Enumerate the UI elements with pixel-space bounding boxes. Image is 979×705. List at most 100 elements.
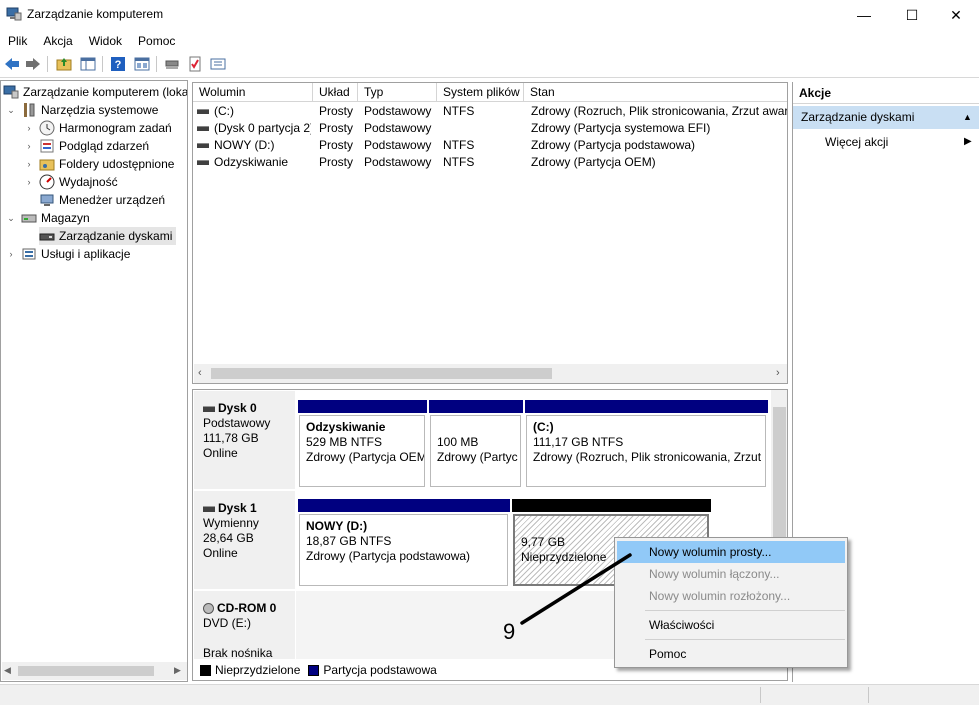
chevron-right-icon[interactable]: › (23, 177, 35, 187)
chevron-right-icon[interactable]: › (23, 141, 35, 151)
column-header-type[interactable]: Typ (358, 83, 437, 102)
help-icon[interactable]: ? (109, 55, 127, 73)
volume-icon (197, 143, 209, 149)
tree-item-event-viewer[interactable]: › Podgląd zdarzeń (23, 137, 150, 155)
cell-type: Podstawowy (364, 121, 432, 135)
cell-filesystem: NTFS (443, 155, 475, 169)
partition-c[interactable]: (C:) 111,17 GB NTFS Zdrowy (Rozruch, Pli… (525, 400, 768, 487)
properties-icon[interactable] (209, 55, 227, 73)
tree-item-services[interactable]: › Usługi i aplikacje (5, 245, 131, 263)
tree-item-task-scheduler[interactable]: › Harmonogram zadań (23, 119, 172, 137)
more-actions[interactable]: Więcej akcji ▶ (825, 133, 975, 151)
tree-item-system-tools[interactable]: ⌄ Narzędzia systemowe (5, 101, 158, 119)
tree-item-root[interactable]: Zarządzanie komputerem (loka (3, 83, 187, 101)
partition-size: 100 MB (437, 435, 479, 449)
menu-file[interactable]: Plik (8, 34, 27, 48)
column-header-status[interactable]: Stan (524, 83, 787, 102)
title-bar: Zarządzanie komputerem — ☐ ✕ (0, 0, 979, 30)
partition-d[interactable]: NOWY (D:) 18,87 GB NTFS Zdrowy (Partycja… (298, 499, 510, 586)
menu-new-simple-volume[interactable]: Nowy wolumin prosty... (617, 541, 845, 563)
cell-type: Podstawowy (364, 104, 432, 118)
tree-item-performance[interactable]: › Wydajność (23, 173, 118, 191)
actions-section-disk-management[interactable]: Zarządzanie dyskami ▲ (793, 106, 979, 129)
disk1-type: Wymienny (203, 516, 259, 530)
more-actions-label: Więcej akcji (825, 135, 889, 149)
computer-management-icon (3, 84, 19, 100)
cell-volume: (Dysk 0 partycja 2) (214, 121, 311, 135)
menu-view[interactable]: Widok (89, 34, 122, 48)
performance-icon (39, 174, 55, 190)
actions-section-label: Zarządzanie dyskami (801, 110, 915, 124)
chevron-down-icon[interactable]: ⌄ (5, 105, 17, 116)
disk1-label[interactable]: Dysk 1 Wymienny 28,64 GB Online (194, 491, 295, 589)
computer-management-icon (6, 6, 22, 22)
tree-item-device-manager[interactable]: Menedżer urządzeń (39, 191, 165, 209)
menu-new-striped-volume[interactable]: Nowy wolumin rozłożony... (617, 585, 845, 607)
toolbar-separator (47, 56, 48, 72)
cell-type: Podstawowy (364, 138, 432, 152)
disk0-label[interactable]: Dysk 0 Podstawowy 111,78 GB Online (194, 391, 295, 489)
back-arrow-icon[interactable] (3, 55, 21, 73)
chevron-down-icon[interactable]: ⌄ (5, 213, 17, 224)
cell-type: Podstawowy (364, 155, 432, 169)
menu-action[interactable]: Akcja (43, 34, 72, 48)
forward-arrow-icon[interactable] (24, 55, 42, 73)
connect-icon[interactable] (163, 55, 181, 73)
disk0-size: 111,78 GB (203, 431, 259, 445)
table-row[interactable]: NOWY (D:) (197, 137, 311, 154)
column-header-filesystem[interactable]: System plików (437, 83, 524, 102)
disk0-type: Podstawowy (203, 416, 271, 430)
tree-item-storage[interactable]: ⌄ Magazyn (5, 209, 89, 227)
menu-help[interactable]: Pomoc (138, 34, 175, 48)
status-bar (0, 684, 979, 705)
collapse-up-icon[interactable]: ▲ (963, 106, 972, 129)
partition-name: NOWY (D:) (306, 519, 368, 533)
menu-properties[interactable]: Właściwości (617, 614, 845, 636)
shared-folder-icon (39, 156, 55, 172)
toolbar-separator (156, 56, 157, 72)
menu-help[interactable]: Pomoc (617, 643, 845, 665)
toolbar-separator (102, 56, 103, 72)
column-header-volume[interactable]: Wolumin (193, 83, 313, 102)
scroll-left-icon[interactable]: ‹ (198, 367, 202, 379)
scrollbar-thumb[interactable] (773, 407, 786, 547)
minimize-button[interactable]: — (841, 0, 887, 30)
tree-horizontal-scrollbar[interactable]: ◀ ▶ (2, 662, 187, 680)
legend-label-primary: Partycja podstawowa (323, 663, 437, 677)
scroll-right-icon[interactable]: › (776, 367, 780, 379)
scrollbar-thumb[interactable] (211, 368, 552, 379)
show-hide-tree-icon[interactable] (79, 55, 97, 73)
chevron-right-icon[interactable]: › (5, 249, 17, 259)
partition-recovery[interactable]: Odzyskiwanie 529 MB NTFS Zdrowy (Partycj… (298, 400, 427, 487)
cdrom-label[interactable]: CD-ROM 0 DVD (E:) Brak nośnika (194, 591, 295, 660)
maximize-button[interactable]: ☐ (889, 0, 935, 30)
clock-icon (39, 120, 55, 136)
cell-volume: NOWY (D:) (214, 138, 275, 152)
partition-bar (512, 499, 711, 512)
close-button[interactable]: ✕ (933, 0, 979, 30)
window-title: Zarządzanie komputerem (27, 7, 164, 21)
column-header-layout[interactable]: Układ (313, 83, 358, 102)
table-row[interactable]: Odzyskiwanie (197, 154, 311, 171)
checklist-icon[interactable] (186, 55, 204, 73)
menu-new-spanned-volume[interactable]: Nowy wolumin łączony... (617, 563, 845, 585)
chevron-right-icon[interactable]: › (23, 123, 35, 133)
scroll-right-icon[interactable]: ▶ (174, 665, 181, 676)
tree-item-shared-folders[interactable]: › Foldery udostępnione (23, 155, 175, 173)
table-row[interactable]: (Dysk 0 partycja 2) (197, 120, 311, 137)
volume-list-horizontal-scrollbar[interactable]: ‹ › (194, 364, 787, 383)
details-view-icon[interactable] (133, 55, 151, 73)
tree-item-disk-management[interactable]: Zarządzanie dyskami (39, 227, 177, 245)
table-row[interactable]: (C:) (197, 103, 311, 120)
cdrom-type: DVD (E:) (203, 616, 251, 630)
scroll-left-icon[interactable]: ◀ (4, 665, 11, 676)
chevron-right-icon[interactable]: › (23, 159, 35, 169)
navigation-tree: Zarządzanie komputerem (loka ⌄ Narzędzia… (0, 80, 188, 682)
scrollbar-thumb[interactable] (18, 666, 154, 676)
partition-efi[interactable]: 100 MB Zdrowy (Partyc (429, 400, 523, 487)
cdrom-status: Brak nośnika (203, 646, 273, 660)
partition-bar (298, 499, 510, 512)
volume-list: Wolumin Układ Typ System plików Stan (C:… (192, 82, 788, 384)
up-folder-icon[interactable] (55, 55, 73, 73)
disk1-status: Online (203, 546, 238, 560)
